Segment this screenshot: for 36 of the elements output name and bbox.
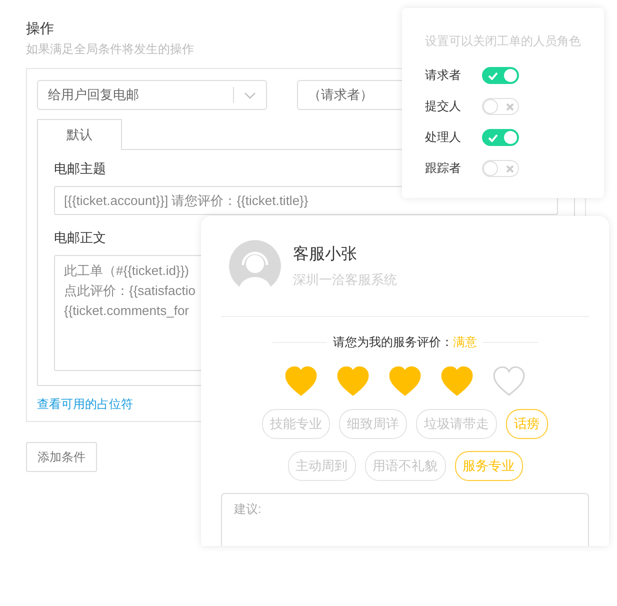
placeholder-link[interactable]: 查看可用的占位符 bbox=[37, 396, 133, 413]
toggle-switch[interactable] bbox=[482, 67, 519, 84]
heart-icon[interactable] bbox=[493, 366, 525, 396]
heart-icon[interactable] bbox=[285, 366, 317, 396]
toggle-switch[interactable] bbox=[482, 129, 519, 146]
toggle-switch[interactable] bbox=[482, 160, 519, 177]
tag[interactable]: 细致周详 bbox=[339, 409, 407, 439]
tag[interactable]: 垃圾请带走 bbox=[416, 409, 497, 439]
suggestion-field[interactable]: 建议: bbox=[221, 493, 589, 546]
heart-icon[interactable] bbox=[337, 366, 369, 396]
tag[interactable]: 技能专业 bbox=[262, 409, 330, 439]
role-label: 处理人 bbox=[425, 129, 462, 146]
heart-icon[interactable] bbox=[389, 366, 421, 396]
agent-name: 客服小张 bbox=[293, 244, 358, 264]
caret-icon bbox=[244, 92, 256, 98]
cross-icon bbox=[506, 164, 514, 172]
cross-icon bbox=[506, 102, 514, 110]
rating-prompt: 请您为我的服务评价： bbox=[333, 334, 453, 351]
add-condition-button[interactable]: 添加条件 bbox=[26, 442, 97, 472]
tab[interactable]: 默认 bbox=[37, 119, 122, 150]
role-label: 跟踪者 bbox=[425, 160, 462, 177]
heart-icon[interactable] bbox=[441, 366, 473, 396]
section-title: 操作 bbox=[26, 19, 54, 38]
toggle-switch[interactable] bbox=[482, 98, 519, 115]
tag[interactable]: 服务专业 bbox=[454, 451, 522, 481]
check-icon bbox=[488, 72, 498, 80]
avatar-icon bbox=[229, 240, 281, 292]
field-label: 电邮主题 bbox=[54, 160, 106, 178]
field-label: 电邮正文 bbox=[54, 229, 106, 247]
check-icon bbox=[488, 134, 498, 142]
action-select[interactable]: 给用户回复电邮 bbox=[37, 80, 267, 110]
tag[interactable]: 话痨 bbox=[506, 409, 548, 439]
tag[interactable]: 用语不礼貌 bbox=[364, 451, 446, 481]
rating-label: 满意 bbox=[453, 334, 477, 351]
tag[interactable]: 主动周到 bbox=[288, 451, 356, 481]
section-subtitle: 如果满足全局条件将发生的操作 bbox=[26, 41, 194, 57]
